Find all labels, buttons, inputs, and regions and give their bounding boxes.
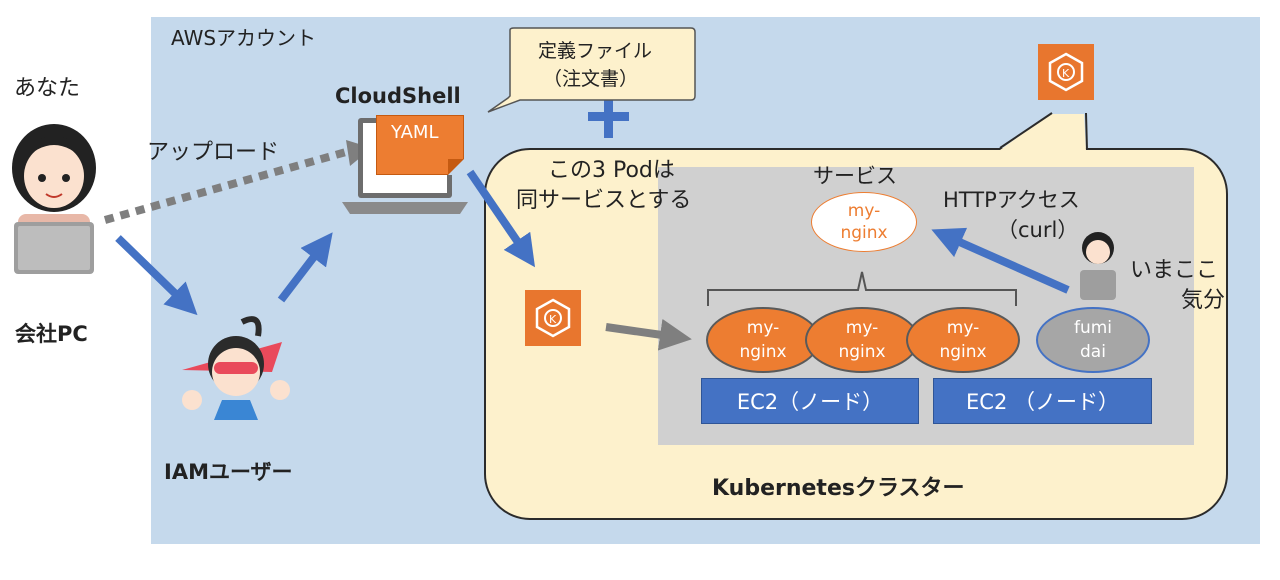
http-access-line2: （curl） — [997, 218, 1079, 242]
pods-note-line2: 同サービスとする — [516, 188, 692, 213]
upload-label: アップロード — [147, 140, 280, 165]
mood-line2: 気分 — [1181, 288, 1226, 313]
service-node: my- nginx — [811, 192, 917, 252]
definition-callout-line1: 定義ファイル — [538, 40, 653, 62]
fumidai-node: fumi dai — [1036, 307, 1150, 373]
company-pc-label: 会社PC — [15, 322, 88, 346]
cluster-label: Kubernetesクラスター — [712, 476, 965, 501]
iam-user-label: IAMユーザー — [164, 460, 293, 484]
svg-text:K: K — [549, 313, 557, 326]
fumidai-line1: fumi — [1073, 318, 1113, 338]
pod-1-line1: my- — [746, 318, 780, 338]
fumidai-line2: dai — [1080, 342, 1106, 362]
pod-2-line1: my- — [845, 318, 879, 338]
pod-1: my-nginx — [706, 307, 820, 373]
aws-account-label: AWSアカウント — [171, 26, 317, 50]
yaml-file-icon: YAML — [376, 115, 464, 175]
curl-arrow — [931, 227, 1070, 294]
service-name-line2: nginx — [840, 223, 888, 243]
ec2-node-1: EC2（ノード） — [701, 378, 919, 424]
eks-to-pods-arrow — [605, 318, 692, 351]
ec2-node-2: EC2 （ノード） — [933, 378, 1152, 424]
pod-3-line2: nginx — [939, 342, 987, 362]
you-label: あなた — [14, 76, 81, 101]
pods-note-line1: この3 Podは — [548, 158, 675, 183]
service-label: サービス — [813, 164, 897, 188]
eks-cluster-icon: K — [525, 290, 581, 346]
http-access-line1: HTTPアクセス — [943, 188, 1080, 212]
service-name-line1: my- — [847, 201, 881, 221]
definition-callout-line2: （注文書） — [543, 68, 639, 90]
pod-3: my-nginx — [906, 307, 1020, 373]
superhero-illustration — [162, 312, 302, 432]
pod-3-line1: my- — [946, 318, 980, 338]
eks-icon: K — [1038, 44, 1094, 100]
pod-2-line2: nginx — [838, 342, 886, 362]
svg-text:K: K — [1062, 67, 1070, 80]
pod-1-line2: nginx — [739, 342, 787, 362]
pods-brace — [707, 271, 1017, 306]
iam-to-cloudshell-arrow — [277, 232, 333, 303]
cloudshell-label: CloudShell — [335, 84, 461, 108]
person-on-stool-illustration — [1072, 228, 1124, 308]
yaml-label: YAML — [391, 122, 439, 143]
office-worker-illustration — [4, 118, 102, 280]
mood-line1: いまここ — [1130, 258, 1219, 283]
pc-to-iam-arrow — [115, 235, 198, 316]
pod-2: my-nginx — [805, 307, 919, 373]
